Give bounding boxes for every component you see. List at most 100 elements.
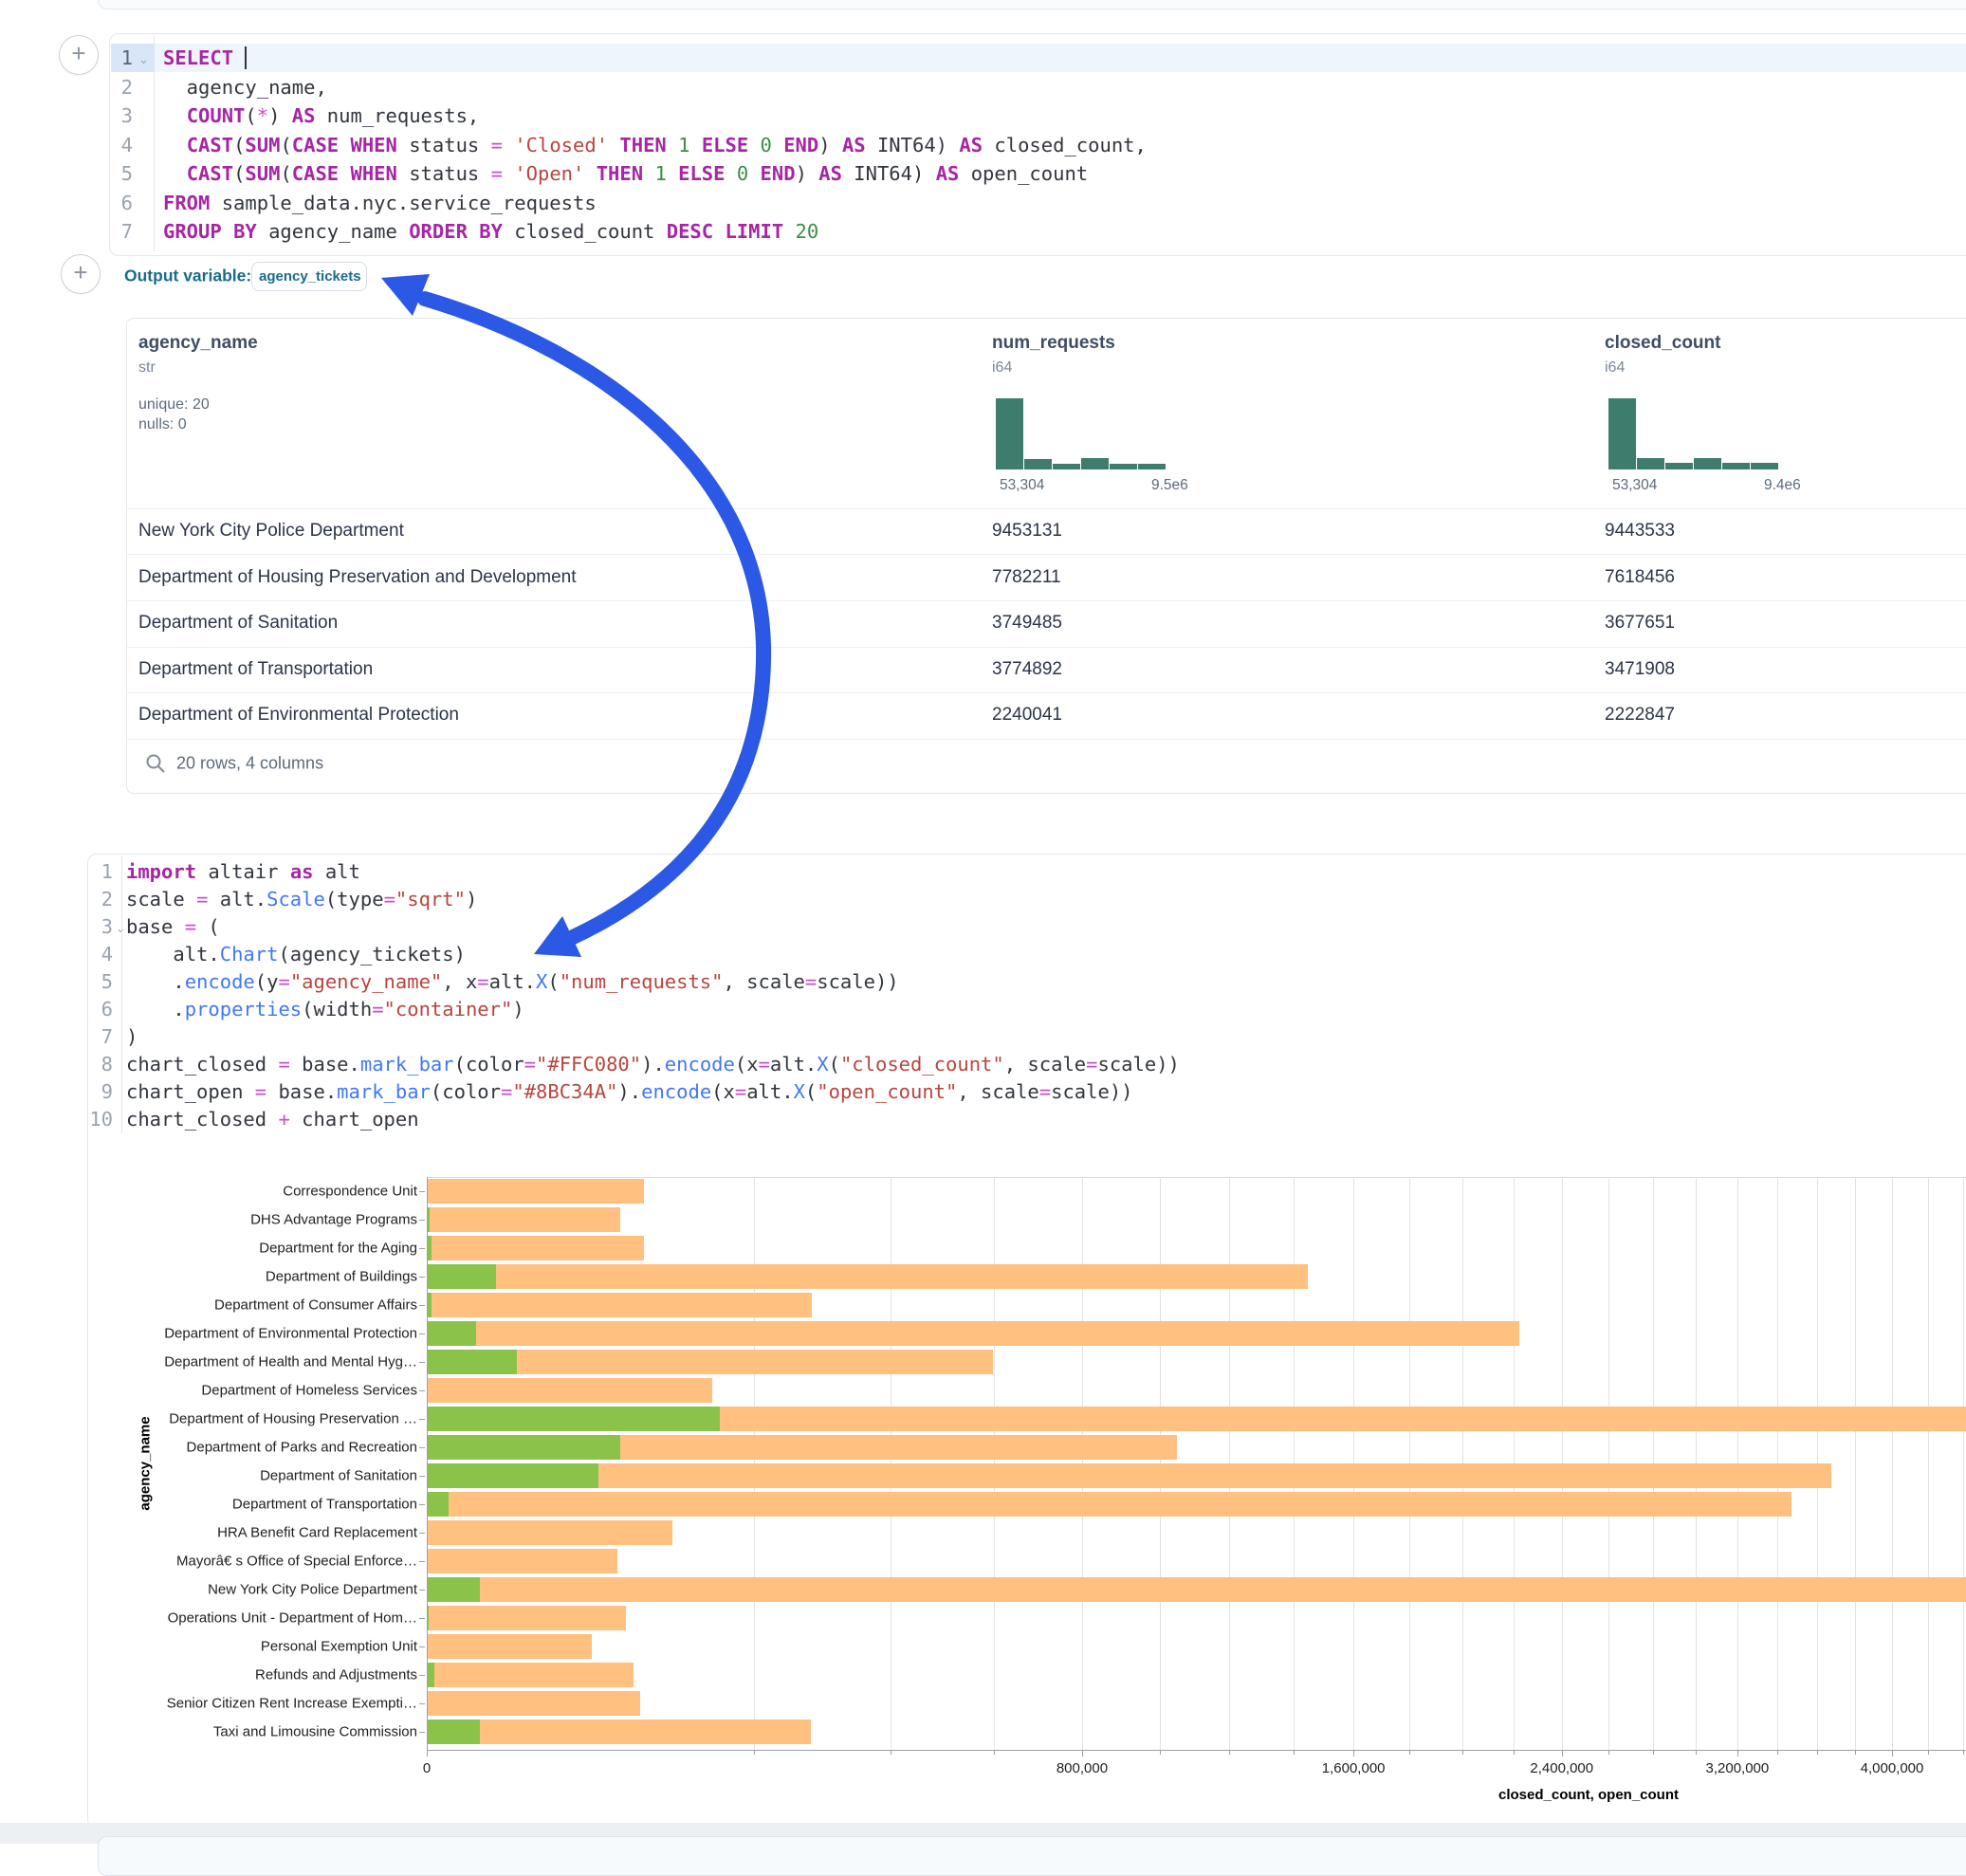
code-token: base. <box>266 1080 337 1103</box>
code-line[interactable]: agency_name, <box>163 73 327 101</box>
x-axis-tick <box>1462 1750 1463 1755</box>
code-token <box>726 162 737 185</box>
code-token: chart_closed <box>126 1053 278 1076</box>
code-token: ( <box>196 915 220 938</box>
code-token: = <box>278 1053 289 1076</box>
bar-open <box>428 1720 480 1744</box>
add-cell-button-top[interactable]: + <box>59 35 99 75</box>
code-token <box>608 134 619 156</box>
code-token: ) <box>126 1025 138 1048</box>
code-token <box>503 134 514 156</box>
code-line[interactable]: SELECT <box>163 44 247 72</box>
code-line[interactable]: base = ( <box>126 912 220 941</box>
line-number: 6 <box>95 189 133 217</box>
gutter-divider <box>154 36 155 251</box>
code-token: ( <box>280 162 291 185</box>
gridline <box>1963 1177 1964 1750</box>
code-token: 20 <box>796 220 819 243</box>
y-axis-tick <box>419 1646 425 1647</box>
y-axis-tick <box>419 1362 425 1363</box>
code-token: INT64) <box>866 134 960 156</box>
code-line[interactable]: chart_closed + chart_open <box>126 1105 419 1133</box>
code-token: encode <box>641 1080 711 1103</box>
table-cell-agency: Department of Environmental Protection <box>138 705 459 726</box>
x-axis-tick <box>1160 1750 1161 1755</box>
code-line[interactable]: chart_closed = base.mark_bar(color="#FFC… <box>126 1050 1180 1078</box>
code-token: 0 <box>737 162 748 185</box>
x-axis-tick <box>1892 1750 1893 1756</box>
code-token: GROUP <box>163 220 222 243</box>
code-token <box>772 134 783 156</box>
histogram-bar <box>1053 464 1080 469</box>
bar-open <box>428 1293 432 1317</box>
code-line[interactable]: chart_open = base.mark_bar(color="#8BC34… <box>126 1077 1133 1106</box>
code-token: THEN <box>597 162 643 185</box>
y-axis-label: Department of Transportation <box>232 1497 417 1513</box>
previous-cell-edge <box>98 0 1966 9</box>
y-axis-label: Department of Health and Mental Hyg… <box>164 1354 417 1370</box>
code-line[interactable]: GROUP BY agency_name ORDER BY closed_cou… <box>163 217 818 246</box>
code-token: = <box>384 888 395 910</box>
line-number: 10 <box>75 1105 113 1133</box>
code-token: Scale <box>266 888 325 910</box>
gutter-divider <box>121 856 122 1133</box>
code-line[interactable]: .properties(width="container") <box>126 995 524 1023</box>
fold-caret-icon[interactable]: ⌄ <box>138 52 149 67</box>
bar-open <box>428 1435 620 1460</box>
code-line[interactable]: COUNT(*) AS num_requests, <box>163 101 479 130</box>
code-token: CASE <box>292 162 339 185</box>
code-line[interactable]: import altair as alt <box>126 857 360 886</box>
code-line[interactable]: CAST(SUM(CASE WHEN status = 'Closed' THE… <box>163 131 1147 159</box>
code-token: WHEN <box>351 134 397 156</box>
code-token: 0 <box>761 134 772 156</box>
table-cell-closed-count: 2222847 <box>1605 705 1675 726</box>
output-variable-label: Output variable: <box>124 267 251 286</box>
add-cell-button-middle[interactable]: + <box>61 254 101 294</box>
code-token: chart_closed <box>126 1108 278 1131</box>
code-token: ). <box>641 1053 665 1076</box>
code-token: = <box>477 970 488 993</box>
plot-top-border <box>427 1177 1966 1178</box>
y-axis-tick <box>419 1476 425 1477</box>
table-cell-num-requests: 2240041 <box>992 705 1062 726</box>
code-token: CASE <box>292 134 339 156</box>
bar-closed <box>428 1236 644 1260</box>
code-line[interactable]: alt.Chart(agency_tickets) <box>126 940 466 968</box>
code-token <box>222 220 233 243</box>
code-line[interactable]: CAST(SUM(CASE WHEN status = 'Open' THEN … <box>163 159 1088 188</box>
y-axis-label: Department of Sanitation <box>260 1468 417 1484</box>
y-axis-tick <box>419 1732 425 1733</box>
histogram-min-label: 53,304 <box>1000 477 1044 494</box>
code-token: chart_open <box>290 1108 419 1131</box>
y-axis-label: Department of Environmental Protection <box>164 1326 417 1342</box>
code-line[interactable]: scale = alt.Scale(type="sqrt") <box>126 885 477 913</box>
column-type: i64 <box>992 359 1012 377</box>
code-line[interactable]: FROM sample_data.nyc.service_requests <box>163 189 597 217</box>
histogram-bar <box>1024 459 1052 469</box>
search-icon[interactable] <box>144 752 167 775</box>
code-token: = <box>491 134 503 156</box>
code-token: scale <box>126 888 196 910</box>
bar-closed <box>428 1179 644 1204</box>
code-token: chart_open <box>126 1080 255 1103</box>
table-cell-num-requests: 7782211 <box>992 567 1061 588</box>
code-line[interactable]: ) <box>126 1022 138 1051</box>
y-axis-tick <box>419 1305 425 1306</box>
code-token: agency_name <box>257 220 409 243</box>
code-line[interactable]: .encode(y="agency_name", x=alt.X("num_re… <box>126 967 899 996</box>
code-token: alt. <box>489 970 536 993</box>
output-variable-pill[interactable]: agency_tickets <box>251 262 367 291</box>
x-axis-tick <box>1963 1750 1964 1755</box>
bar-closed <box>428 1577 1966 1602</box>
code-token: 'Closed' <box>514 134 608 156</box>
y-axis-label: New York City Police Department <box>208 1582 417 1598</box>
line-number: 6 <box>75 995 113 1023</box>
code-token <box>748 162 760 185</box>
code-token: (color <box>431 1080 501 1103</box>
line-number: 7 <box>75 1022 113 1051</box>
table-cell-agency: Department of Housing Preservation and D… <box>138 567 577 588</box>
y-axis-tick <box>419 1277 425 1278</box>
next-cell-edge <box>98 1836 1966 1876</box>
code-token: ) <box>796 162 819 185</box>
line-number: 3 <box>75 912 113 941</box>
